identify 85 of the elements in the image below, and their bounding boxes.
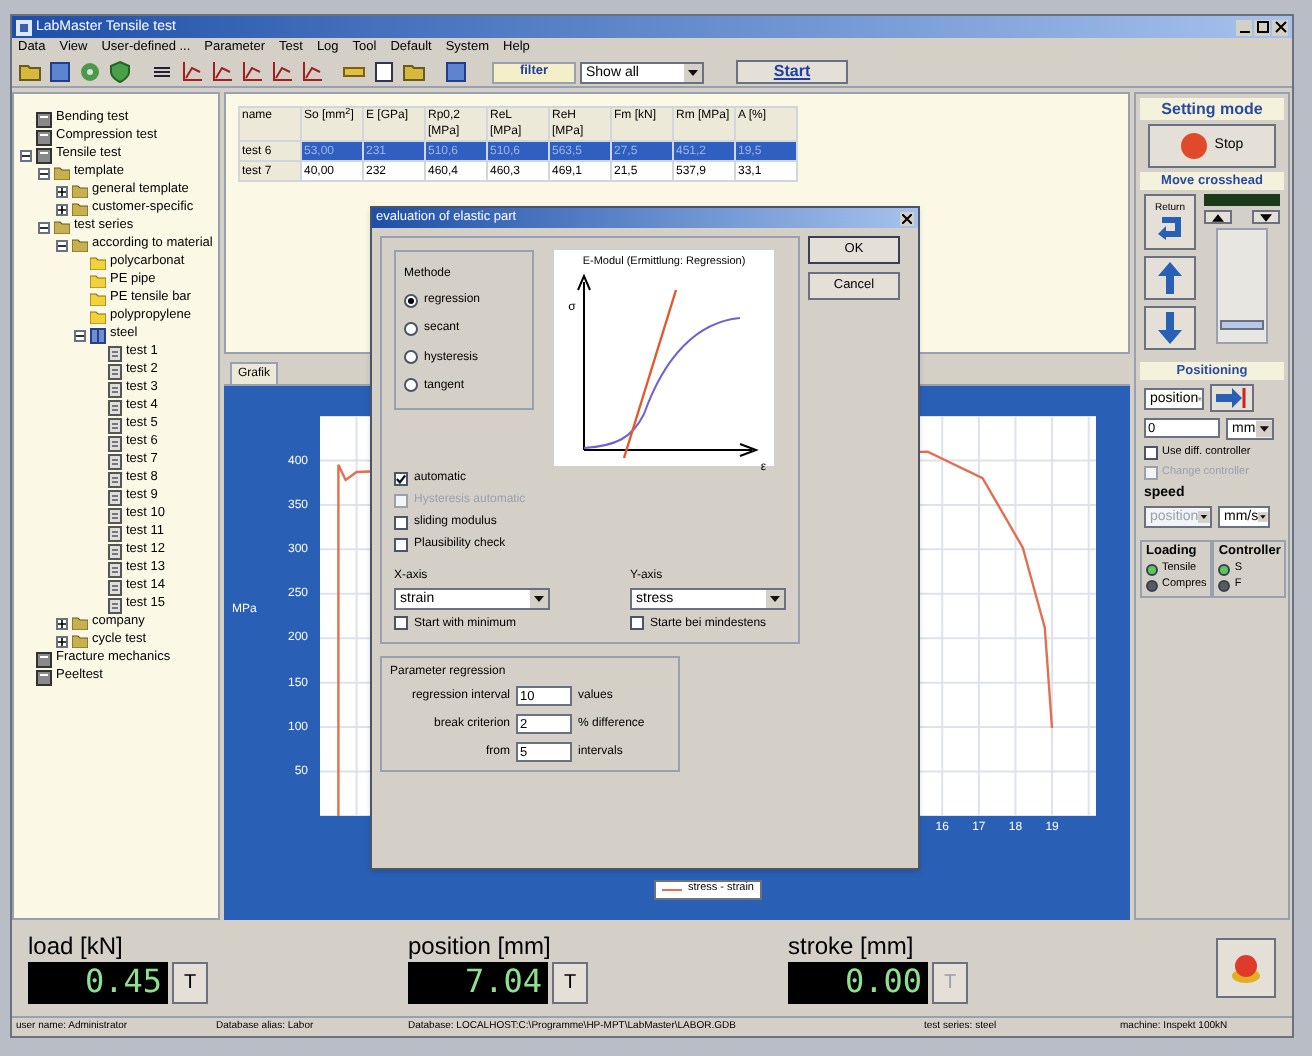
checkbox[interactable] (394, 538, 408, 552)
maximize-button[interactable] (1254, 19, 1270, 35)
minimize-button[interactable] (1236, 19, 1252, 35)
shield-icon (107, 60, 131, 84)
step-down-button[interactable] (1252, 210, 1280, 224)
close-button[interactable] (900, 211, 914, 225)
radio-button[interactable] (404, 321, 418, 336)
radio-button[interactable] (404, 378, 418, 393)
down-arrow-icon (1158, 312, 1182, 344)
digital-display: 0.00 (788, 961, 928, 1003)
panel-heading: Setting mode (1140, 98, 1284, 120)
return-arrow-icon (1156, 213, 1184, 241)
chart-icon (239, 60, 263, 84)
caret-icon (1255, 420, 1272, 438)
down-button[interactable] (1144, 306, 1196, 350)
up-button[interactable] (1144, 256, 1196, 300)
chart-icon (209, 60, 233, 84)
app-icon (16, 19, 32, 35)
toolbar-button[interactable] (208, 59, 234, 85)
checkbox[interactable] (394, 472, 408, 486)
checkbox[interactable] (630, 616, 644, 630)
step-up-button[interactable] (1204, 210, 1232, 224)
right-arrow-icon (1216, 388, 1248, 408)
close-icon (1273, 20, 1287, 34)
emergency-stop-button[interactable] (1216, 938, 1276, 998)
minus-icon (21, 151, 29, 159)
plus-icon (57, 619, 65, 627)
expand-toggle[interactable] (19, 149, 31, 161)
digital-display: 0.45 (28, 961, 168, 1003)
expand-toggle[interactable] (55, 185, 67, 197)
plus-icon (57, 637, 65, 645)
go-to-position-button[interactable] (1210, 384, 1254, 412)
radio-button[interactable] (404, 293, 418, 308)
caret-icon (766, 590, 784, 608)
readout-label: stroke [mm] (788, 933, 916, 957)
legend-line-icon (661, 888, 682, 893)
chart-icon (299, 60, 323, 84)
minus-icon (75, 331, 83, 339)
tare-button[interactable]: T (552, 961, 588, 1003)
expand-toggle[interactable] (55, 203, 67, 215)
chart-icon (269, 60, 293, 84)
checkbox[interactable] (394, 516, 408, 530)
digital-display: 7.04 (408, 961, 548, 1003)
caret-icon (1258, 508, 1268, 526)
checkbox[interactable] (1144, 446, 1158, 460)
minus-icon (39, 223, 47, 231)
minus-icon (57, 241, 65, 249)
toolbar-button[interactable] (178, 59, 204, 85)
plus-icon (57, 205, 65, 213)
toolbar-button[interactable] (238, 59, 264, 85)
expand-toggle[interactable] (55, 239, 67, 251)
checkbox[interactable] (394, 616, 408, 630)
check-icon (396, 474, 406, 484)
speed-slider-track[interactable] (1216, 228, 1268, 344)
chart-icon (179, 60, 203, 84)
toolbar-button[interactable] (298, 59, 324, 85)
caret-icon (530, 590, 548, 608)
folder-icon (17, 60, 41, 84)
speed-display (1204, 194, 1280, 206)
plus-icon (57, 187, 65, 195)
up-arrow-icon (1158, 262, 1182, 294)
close-button[interactable] (1272, 19, 1288, 35)
maximize-icon (1255, 20, 1269, 34)
stop-sign-icon (1180, 132, 1209, 160)
caret-icon (1198, 508, 1210, 526)
expand-toggle[interactable] (73, 329, 85, 341)
folder-icon (401, 60, 425, 84)
tare-button[interactable]: T (172, 961, 208, 1003)
minus-icon (39, 169, 47, 177)
start-button[interactable]: Start (736, 60, 848, 84)
radio-button[interactable] (404, 350, 418, 365)
slider-thumb[interactable] (1220, 319, 1264, 330)
caret-icon (684, 63, 702, 81)
expand-toggle[interactable] (55, 617, 67, 629)
close-icon (902, 213, 912, 223)
down-triangle-icon (1260, 213, 1272, 221)
toolbar-button[interactable] (268, 59, 294, 85)
expand-toggle[interactable] (37, 221, 49, 233)
emergency-stop-icon (1228, 950, 1264, 986)
readout-label: position [mm] (408, 933, 553, 957)
expand-toggle[interactable] (37, 167, 49, 179)
readout-label: load [kN] (28, 933, 125, 957)
expand-toggle[interactable] (55, 635, 67, 647)
up-triangle-icon (1212, 213, 1224, 221)
disk-icon (77, 60, 101, 84)
